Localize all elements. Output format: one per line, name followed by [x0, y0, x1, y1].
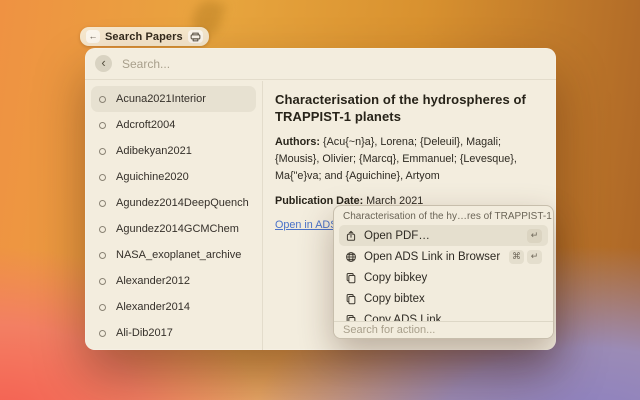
paper-authors: Authors: {Acu{~n}a}, Lorena; {Deleuil}, … [275, 134, 548, 186]
share-icon [345, 230, 357, 242]
list-item-label: Adcroft2004 [116, 119, 175, 131]
return-key-icon: ↵ [527, 229, 542, 243]
list-item[interactable]: Agundez2014DeepQuench [91, 190, 256, 216]
list-item-label: Agundez2014DeepQuench [116, 197, 249, 209]
list-item[interactable]: Adibekyan2021 [91, 138, 256, 164]
action-menu-item[interactable]: Copy bibkey [339, 267, 548, 288]
breadcrumb[interactable]: ← Search Papers [80, 27, 209, 46]
list-item[interactable]: Aguichine2020 [91, 164, 256, 190]
list-item[interactable]: Ali-Dib2017 [91, 320, 256, 346]
circle-bullet-icon [99, 148, 106, 155]
list-item-label: Acuna2021Interior [116, 93, 206, 105]
list-item[interactable]: Adcroft2004 [91, 112, 256, 138]
command-key-icon: ⌘ [509, 250, 524, 264]
action-menu-item-label: Copy bibtex [364, 293, 535, 305]
copy-icon [345, 293, 357, 305]
circle-bullet-icon [99, 174, 106, 181]
circle-bullet-icon [99, 278, 106, 285]
action-menu-header: Characterisation of the hy…res of TRAPPI… [334, 206, 553, 225]
circle-bullet-icon [99, 330, 106, 337]
list-item-label: Ali-Dib2017 [116, 327, 173, 339]
search-input[interactable] [122, 57, 546, 71]
circle-bullet-icon [99, 252, 106, 259]
list-item[interactable]: Alexander2012 [91, 268, 256, 294]
breadcrumb-title: Search Papers [105, 31, 183, 43]
list-item-label: Aguichine2020 [116, 171, 189, 183]
action-menu-item[interactable]: Open PDF… ↵ [339, 225, 548, 246]
list-item[interactable]: Alexander2014 [91, 294, 256, 320]
list-item-label: NASA_exoplanet_archive [116, 249, 241, 261]
list-item-label: Alexander2012 [116, 275, 190, 287]
action-menu-item-label: Copy bibkey [364, 272, 535, 284]
action-menu-item[interactable]: Copy bibtex [339, 288, 548, 309]
shortcut-keys: ↵ [527, 229, 542, 243]
action-menu: Characterisation of the hy…res of TRAPPI… [333, 205, 554, 339]
circle-bullet-icon [99, 304, 106, 311]
return-key-icon: ↵ [527, 250, 542, 264]
list-item-label: Agundez2014GCMChem [116, 223, 239, 235]
authors-label: Authors: [275, 136, 320, 148]
list-item[interactable]: Acuna2021Interior [91, 86, 256, 112]
back-button[interactable]: ‹ [95, 55, 112, 72]
circle-bullet-icon [99, 96, 106, 103]
paper-list: Acuna2021Interior Adcroft2004 Adibekyan202… [85, 81, 263, 350]
list-item[interactable]: Alibert2005 [91, 346, 256, 350]
list-item-label: Alexander2014 [116, 301, 190, 313]
action-search-input[interactable] [343, 324, 544, 336]
circle-bullet-icon [99, 226, 106, 233]
circle-bullet-icon [99, 200, 106, 207]
list-item-label: Adibekyan2021 [116, 145, 192, 157]
open-in-ads-link[interactable]: Open in ADS [275, 219, 337, 231]
action-menu-rows: Open PDF… ↵ Open ADS Link in Browser ⌘↵ Copy… [334, 225, 553, 330]
action-search-bar [334, 321, 553, 338]
copy-icon [345, 272, 357, 284]
shortcut-keys: ⌘↵ [509, 250, 542, 264]
printer-icon [188, 30, 203, 43]
list-item[interactable]: Agundez2014GCMChem [91, 216, 256, 242]
paper-title: Characterisation of the hydrospheres of … [275, 92, 548, 126]
action-menu-item-label: Open ADS Link in Browser [364, 251, 502, 263]
list-item[interactable]: NASA_exoplanet_archive [91, 242, 256, 268]
search-bar: ‹ [85, 48, 556, 80]
action-menu-item[interactable]: Open ADS Link in Browser ⌘↵ [339, 246, 548, 267]
globe-icon [345, 251, 357, 263]
action-menu-item-label: Open PDF… [364, 230, 520, 242]
circle-bullet-icon [99, 122, 106, 129]
back-key-icon[interactable]: ← [86, 30, 100, 43]
